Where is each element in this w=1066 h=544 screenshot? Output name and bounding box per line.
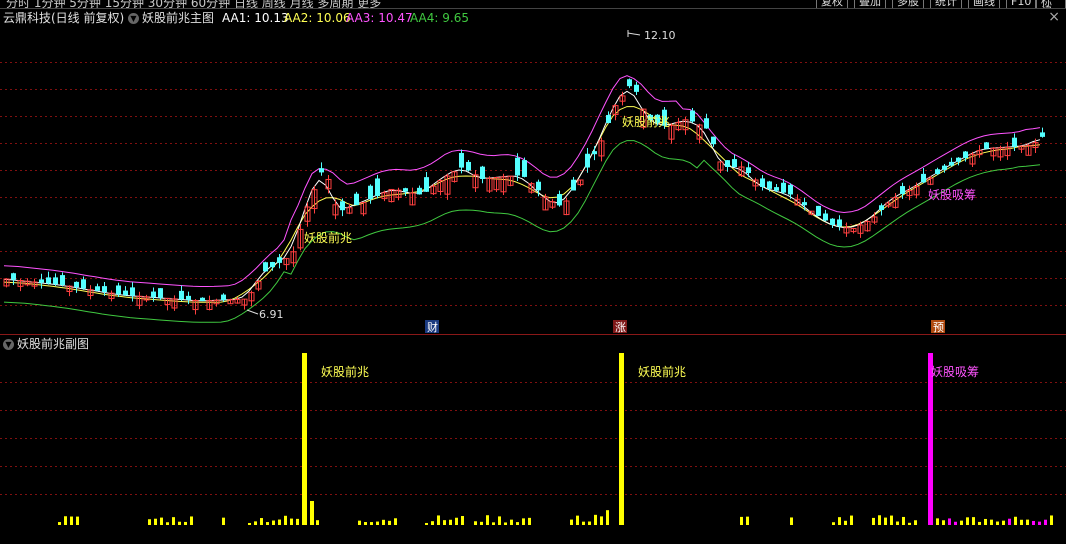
histogram-bars <box>58 501 1053 525</box>
overlay-button[interactable]: 叠加 <box>854 0 886 8</box>
close-icon[interactable]: × <box>1048 8 1060 26</box>
stock-title: 云鼎科技(日线 前复权) <box>3 11 125 25</box>
period-toolbar: 分时 1分钟 5分钟 15分钟 30分钟 60分钟 日线 周线 月线 多周期 更… <box>0 0 1066 9</box>
aa4-value: AA4: 9.65 <box>410 11 469 25</box>
candles <box>3 78 1045 315</box>
candlestick-chart[interactable]: 12.10 6.91 妖股前兆 妖股前兆 妖股吸筹 财 涨 预 <box>0 27 1066 335</box>
indicator-name: 妖股前兆主图 <box>142 11 215 25</box>
aa1-value: AA1: 10.13 <box>222 11 289 25</box>
sub-signal-label: 妖股吸筹 <box>931 365 979 379</box>
signal-label: 妖股吸筹 <box>928 188 976 202</box>
low-marker: 6.91 <box>246 308 284 321</box>
sub-signal-label: 妖股前兆 <box>638 364 686 379</box>
indicator-selector[interactable]: ▼ 妖股前兆主图 <box>128 9 214 27</box>
limit-up-event-label: 涨 <box>615 321 626 334</box>
chevron-down-icon[interactable]: ▼ <box>128 13 139 24</box>
high-marker: 12.10 <box>627 29 676 42</box>
multi-stock-button[interactable]: 多股 <box>892 0 924 8</box>
sub-indicator-selector[interactable]: ▼ 妖股前兆副图 <box>3 335 89 353</box>
signal-label: 妖股前兆 <box>304 230 352 245</box>
chevron-down-icon[interactable]: ▼ <box>3 339 14 350</box>
finance-event-label: 财 <box>427 320 438 334</box>
f10-button[interactable]: F10 <box>1006 0 1037 8</box>
signal-bar <box>619 353 624 525</box>
aa2-value: AA2: 10.06 <box>284 11 351 25</box>
signal-label: 妖股前兆 <box>622 114 670 129</box>
statistics-button[interactable]: 统计 <box>930 0 962 8</box>
period-tabs[interactable]: 分时 1分钟 5分钟 15分钟 30分钟 60分钟 日线 周线 月线 多周期 更… <box>6 0 381 8</box>
sub-indicator-name: 妖股前兆副图 <box>17 337 90 351</box>
forecast-event-label: 预 <box>933 321 944 334</box>
sub-chart-header: ▼ 妖股前兆副图 <box>0 335 1066 353</box>
aa3-value: AA3: 10.47 <box>346 11 413 25</box>
signal-bar <box>302 353 307 525</box>
histogram-grid <box>0 382 1066 495</box>
signal-histogram[interactable]: 妖股前兆 妖股前兆 妖股吸筹 <box>0 353 1066 544</box>
main-chart-header: 云鼎科技(日线 前复权) ▼ 妖股前兆主图 AA1: 10.13 AA2: 10.… <box>0 9 1066 27</box>
indicator-lines <box>3 75 1041 323</box>
high-price-label: 12.10 <box>644 29 676 42</box>
restore-rights-button[interactable]: 复权 <box>816 0 848 8</box>
low-price-label: 6.91 <box>259 308 284 321</box>
sub-signal-label: 妖股前兆 <box>321 364 369 379</box>
draw-line-button[interactable]: 画线 <box>968 0 1000 8</box>
